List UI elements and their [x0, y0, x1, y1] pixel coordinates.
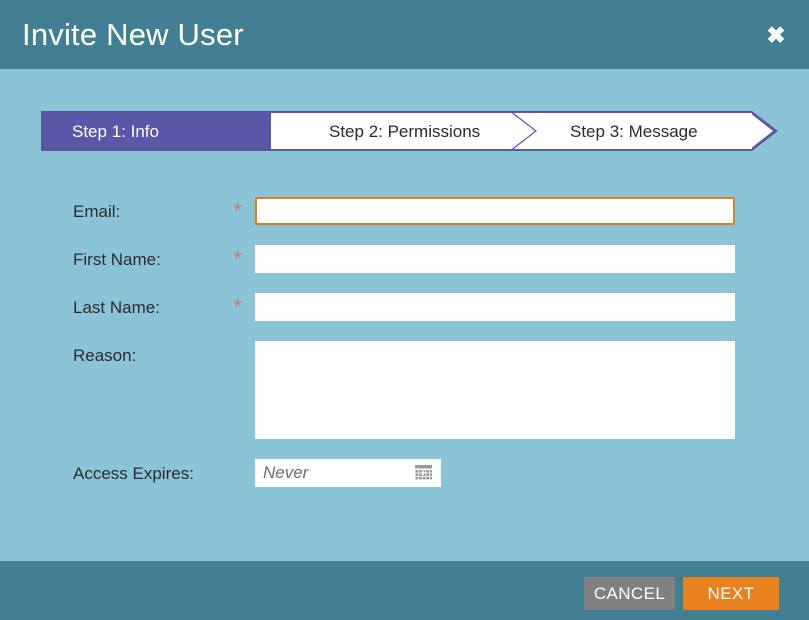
step-3-message[interactable]: Step 3: Message: [539, 111, 752, 151]
step-1-info[interactable]: Step 1: Info: [41, 111, 271, 151]
email-required-marker: *: [234, 201, 242, 222]
reason-label: Reason:: [73, 346, 137, 365]
last-name-label: Last Name:: [73, 298, 160, 317]
reason-field[interactable]: [255, 341, 735, 439]
step-2-permissions[interactable]: Step 2: Permissions: [271, 111, 539, 151]
step-1-label: Step 1: Info: [72, 121, 159, 141]
access-expires-label: Access Expires:: [73, 464, 194, 483]
first-name-required-marker: *: [234, 249, 242, 270]
calendar-icon[interactable]: [415, 465, 432, 482]
last-name-field[interactable]: [255, 293, 735, 321]
stepper-border-top: [271, 111, 752, 113]
email-label: Email:: [73, 202, 121, 221]
email-field[interactable]: [255, 197, 735, 225]
dialog-header: Invite New User ✖: [0, 0, 809, 69]
step-3-label: Step 3: Message: [570, 121, 698, 141]
close-icon[interactable]: ✖: [761, 20, 791, 50]
stepper-end-arrow-inner-icon: [750, 113, 773, 149]
last-name-required-marker: *: [234, 297, 242, 318]
access-expires-field[interactable]: [255, 459, 410, 487]
access-expires-control[interactable]: [255, 459, 441, 487]
step-separator-chevron-inner-icon: [509, 111, 535, 151]
dialog-footer: CANCEL NEXT: [0, 561, 809, 620]
cancel-button[interactable]: CANCEL: [584, 577, 675, 610]
wizard-stepper: Step 1: Info Step 2: Permissions Step 3:…: [41, 111, 778, 151]
step-2-label: Step 2: Permissions: [329, 121, 481, 141]
dialog-body: Step 1: Info Step 2: Permissions Step 3:…: [0, 69, 809, 561]
next-button[interactable]: NEXT: [683, 577, 779, 610]
page-title: Invite New User: [22, 17, 244, 52]
first-name-label: First Name:: [73, 250, 161, 269]
stepper-border-bottom: [271, 149, 752, 151]
first-name-field[interactable]: [255, 245, 735, 273]
